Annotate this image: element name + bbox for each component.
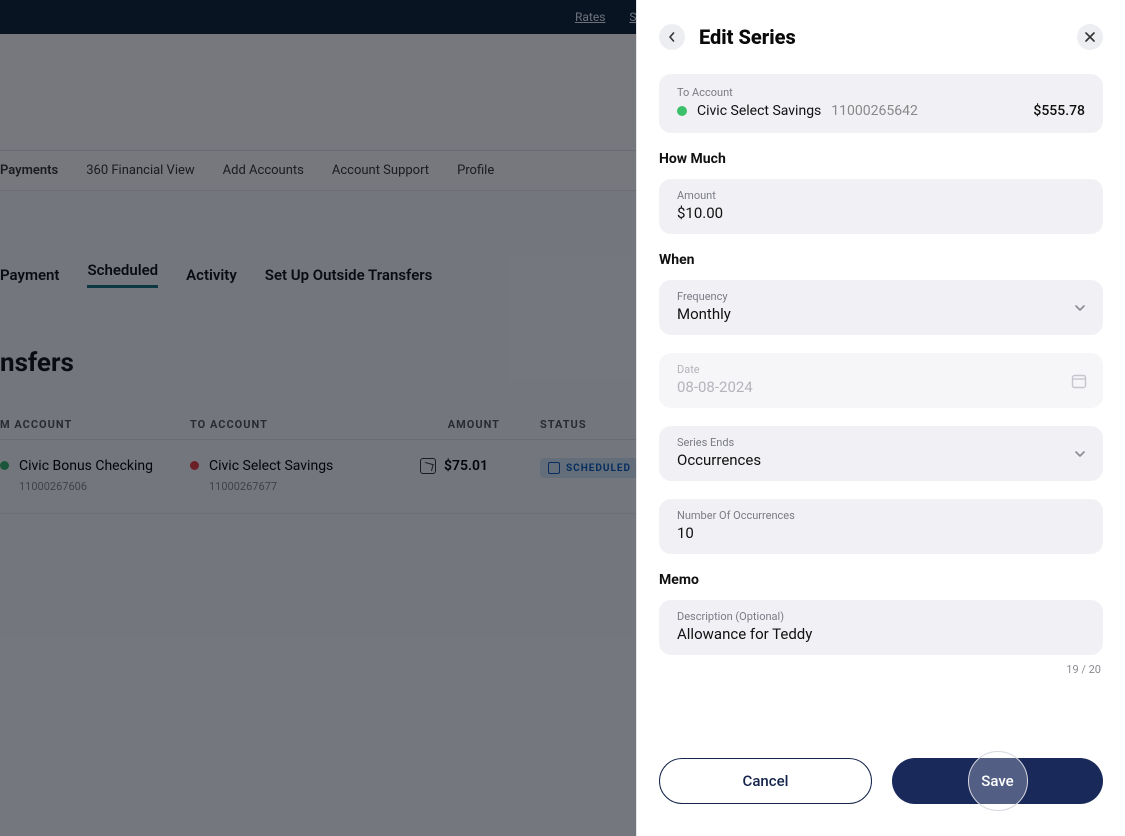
modal-scrim[interactable] (0, 0, 636, 836)
to-account-name: Civic Select Savings (697, 103, 821, 119)
when-heading: When (659, 252, 1103, 268)
occurrences-label: Number Of Occurrences (677, 509, 1085, 522)
chevron-left-icon (667, 32, 677, 42)
focus-ring-icon (968, 751, 1028, 811)
to-account-balance: $555.78 (1033, 103, 1085, 119)
to-account-card[interactable]: To Account Civic Select Savings 11000265… (659, 74, 1103, 133)
frequency-label: Frequency (677, 290, 1085, 303)
series-ends-select[interactable]: Series Ends Occurrences (659, 426, 1103, 481)
close-button[interactable] (1077, 24, 1103, 50)
how-much-heading: How Much (659, 151, 1103, 167)
panel-header: Edit Series (637, 0, 1125, 74)
memo-field[interactable]: Description (Optional) Allowance for Ted… (659, 600, 1103, 655)
back-button[interactable] (659, 24, 685, 50)
date-field: Date 08-08-2024 (659, 353, 1103, 408)
cancel-button[interactable]: Cancel (659, 758, 872, 804)
date-label: Date (677, 363, 1085, 376)
chevron-down-icon (1073, 301, 1087, 315)
calendar-icon (1071, 373, 1087, 389)
memo-heading: Memo (659, 572, 1103, 588)
amount-field[interactable]: Amount $10.00 (659, 179, 1103, 234)
close-icon (1085, 32, 1095, 42)
date-value: 08-08-2024 (677, 378, 1085, 396)
panel-title: Edit Series (699, 25, 796, 49)
to-account-label: To Account (677, 86, 1085, 99)
chevron-down-icon (1073, 447, 1087, 461)
series-ends-value: Occurrences (677, 451, 1085, 469)
amount-label: Amount (677, 189, 1085, 202)
to-account-number: 11000265642 (831, 103, 918, 119)
memo-label: Description (Optional) (677, 610, 1085, 623)
occurrences-value: 10 (677, 524, 1085, 542)
status-dot-icon (677, 106, 687, 116)
panel-body: To Account Civic Select Savings 11000265… (637, 74, 1125, 738)
save-button[interactable]: Save (892, 758, 1103, 804)
frequency-select[interactable]: Frequency Monthly (659, 280, 1103, 335)
occurrences-field[interactable]: Number Of Occurrences 10 (659, 499, 1103, 554)
edit-series-panel: Edit Series To Account Civic Select Savi… (636, 0, 1125, 836)
memo-char-counter: 19 / 20 (659, 663, 1101, 676)
frequency-value: Monthly (677, 305, 1085, 323)
amount-value: $10.00 (677, 204, 1085, 222)
memo-value: Allowance for Teddy (677, 625, 1085, 643)
series-ends-label: Series Ends (677, 436, 1085, 449)
panel-footer: Cancel Save (637, 738, 1125, 836)
